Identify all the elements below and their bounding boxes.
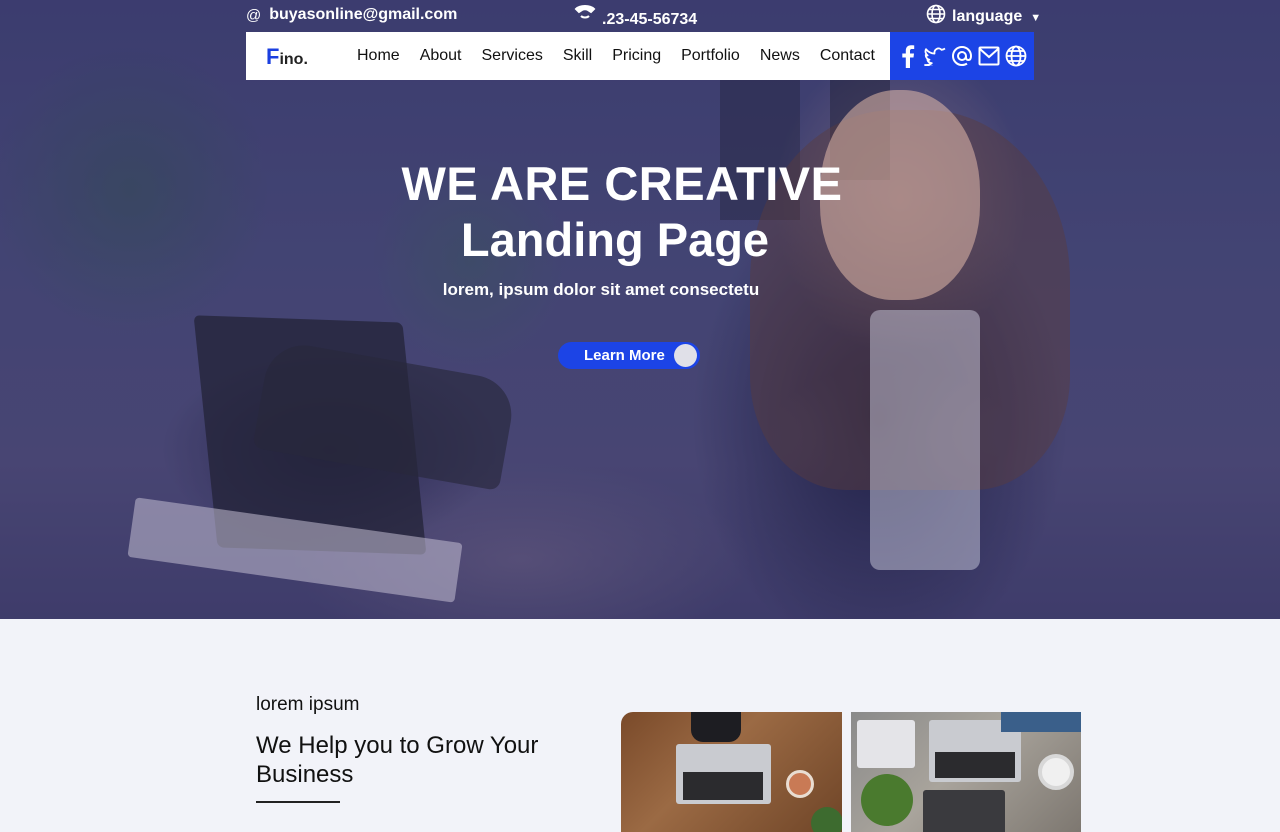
at-icon: @ bbox=[246, 6, 262, 24]
photo-sleeve bbox=[1001, 712, 1081, 732]
workspace-photo bbox=[621, 712, 842, 832]
section-kicker: lorem ipsum bbox=[256, 694, 360, 715]
hero-title-line2: Landing Page bbox=[460, 213, 770, 266]
contact-email[interactable]: @ buyasonline@gmail.com bbox=[246, 6, 457, 24]
learn-more-label: Learn More bbox=[584, 347, 665, 364]
hero-title-line1: WE ARE CREATIVE bbox=[401, 157, 843, 210]
language-selector[interactable]: language ▼ bbox=[926, 4, 1041, 29]
twitter-icon[interactable] bbox=[923, 44, 947, 68]
logo-text: ino. bbox=[279, 51, 308, 68]
nav-link-home[interactable]: Home bbox=[357, 47, 400, 65]
globe-icon[interactable] bbox=[1004, 44, 1028, 68]
nav-links: Home About Services Skill Pricing Portfo… bbox=[357, 32, 895, 80]
nav-link-contact[interactable]: Contact bbox=[820, 47, 875, 65]
photo-sleeve bbox=[691, 712, 741, 742]
learn-more-button[interactable]: Learn More bbox=[558, 342, 700, 369]
top-contact-bar: @ buyasonline@gmail.com .23-45-56734 lan… bbox=[0, 0, 1280, 32]
site-logo[interactable]: Fino. bbox=[266, 44, 308, 70]
section-title: We Help you to Grow Your Business bbox=[256, 732, 539, 788]
caret-down-icon: ▼ bbox=[1030, 11, 1042, 24]
photo-keyboard bbox=[935, 752, 1015, 778]
about-section: lorem ipsum We Help you to Grow Your Bus… bbox=[0, 619, 1280, 832]
mail-icon[interactable] bbox=[977, 44, 1001, 68]
globe-icon bbox=[926, 4, 946, 29]
bg-person-shirt bbox=[870, 310, 980, 570]
social-links bbox=[890, 32, 1034, 80]
photo-cup bbox=[786, 770, 814, 798]
nav-link-news[interactable]: News bbox=[760, 47, 800, 65]
facebook-icon[interactable] bbox=[896, 44, 920, 68]
email-text: buyasonline@gmail.com bbox=[269, 6, 458, 23]
nav-link-services[interactable]: Services bbox=[482, 47, 543, 65]
nav-link-pricing[interactable]: Pricing bbox=[612, 47, 661, 65]
hero-subtitle: lorem, ipsum dolor sit amet consectetu bbox=[442, 280, 760, 299]
language-label: language bbox=[952, 7, 1023, 25]
photo-cup bbox=[1038, 754, 1074, 790]
button-knob-icon bbox=[674, 344, 697, 367]
photo-notebook bbox=[857, 720, 915, 768]
workspace-photo bbox=[851, 712, 1081, 832]
photo-plant bbox=[861, 774, 913, 826]
nav-link-skill[interactable]: Skill bbox=[563, 47, 592, 65]
main-navbar: Fino. Home About Services Skill Pricing … bbox=[246, 32, 1034, 80]
nav-menu-panel: Fino. Home About Services Skill Pricing … bbox=[246, 32, 890, 80]
phone-number: .23-45-56734 bbox=[602, 10, 698, 28]
phone-icon bbox=[572, 4, 598, 29]
nav-link-about[interactable]: About bbox=[420, 47, 462, 65]
nav-link-portfolio[interactable]: Portfolio bbox=[681, 47, 740, 65]
contact-phone[interactable]: .23-45-56734 bbox=[572, 4, 697, 29]
hero-background bbox=[0, 0, 1280, 619]
logo-initial: F bbox=[266, 44, 280, 69]
photo-keyboard bbox=[683, 772, 763, 800]
title-underline bbox=[256, 801, 340, 803]
photo-plant bbox=[811, 807, 842, 832]
at-icon[interactable] bbox=[950, 44, 974, 68]
photo-tablet bbox=[923, 790, 1005, 832]
